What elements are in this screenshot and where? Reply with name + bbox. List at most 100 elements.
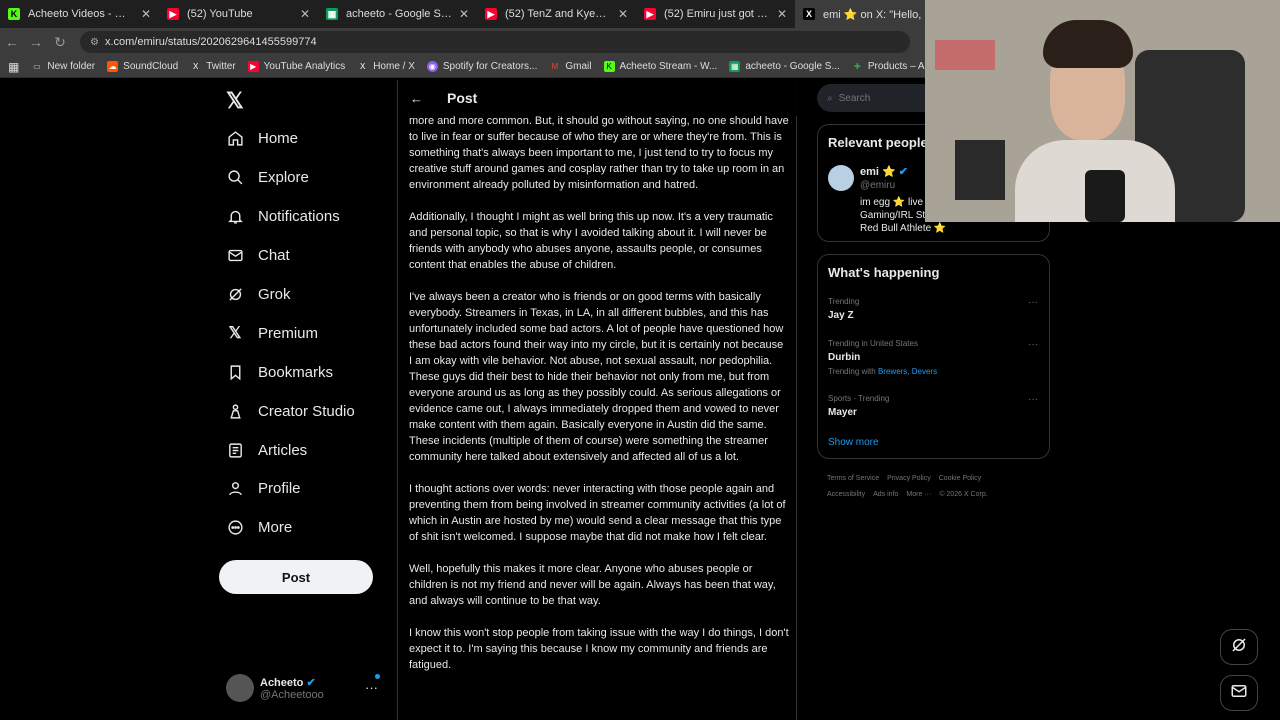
show-more-link[interactable]: Show more	[828, 437, 879, 448]
tab-title: acheeto - Google Sheets	[346, 8, 453, 20]
close-icon[interactable]: ✕	[618, 7, 628, 21]
nav-home[interactable]: Home	[226, 125, 298, 151]
more-dots-icon[interactable]: ···	[1028, 339, 1038, 350]
nav-bookmarks[interactable]: Bookmarks	[226, 359, 333, 385]
nav-label: Articles	[258, 441, 308, 459]
bookmark-item[interactable]: ▦ acheeto - Google S...	[729, 61, 840, 72]
nav-label: Profile	[258, 479, 301, 497]
bookmark-item[interactable]: ▭ New folder	[31, 61, 95, 72]
forward-arrow-icon[interactable]: →	[24, 34, 48, 50]
close-icon[interactable]: ✕	[777, 7, 787, 21]
trend-with-link[interactable]: Brewers, Devers	[878, 367, 937, 376]
x-icon: 𝕏	[228, 325, 242, 342]
bell-icon	[226, 207, 244, 225]
trend-item[interactable]: Trending in United States Durbin Trendin…	[828, 339, 1038, 376]
post-paragraph: Additionally, I thought I might as well …	[409, 211, 773, 271]
account-name: Acheeto ✔	[260, 676, 324, 689]
more-dots-icon[interactable]: ···	[1028, 297, 1038, 308]
site-info-icon[interactable]: ⚙	[90, 37, 99, 48]
card-title: Relevant people	[828, 135, 928, 150]
nav-articles[interactable]: Articles	[226, 437, 307, 463]
x-logo-icon[interactable]: 𝕏	[226, 88, 244, 114]
close-icon[interactable]: ✕	[300, 7, 310, 21]
account-info: Acheeto ✔ @Acheetooo	[260, 676, 324, 701]
trend-item[interactable]: Trending Jay Z ···	[828, 297, 1038, 321]
footer-link[interactable]: More ···	[906, 491, 931, 498]
footer-link[interactable]: Terms of Service	[827, 475, 879, 482]
nav-label: Chat	[258, 246, 290, 264]
nav-notifications[interactable]: Notifications	[226, 203, 340, 229]
browser-tab[interactable]: K Acheeto Videos - Watch On-De ✕	[0, 0, 159, 28]
trend-topic: Jay Z	[828, 310, 854, 321]
bookmark-item[interactable]: X Home / X	[357, 61, 415, 72]
tab-title: (52) YouTube	[187, 8, 253, 20]
notification-dot	[375, 674, 380, 679]
gmail-icon: M	[551, 62, 559, 71]
x-icon: X	[193, 62, 199, 71]
back-arrow-icon[interactable]: ←	[410, 91, 423, 106]
more-dots-icon[interactable]: ···	[365, 680, 378, 695]
nav-grok[interactable]: Grok	[226, 281, 291, 307]
post-button[interactable]: Post	[219, 560, 373, 594]
url-input[interactable]: ⚙ x.com/emiru/status/2020629641455599774	[80, 31, 910, 53]
footer-link[interactable]: Cookie Policy	[939, 475, 981, 482]
mail-icon	[1230, 682, 1248, 705]
close-icon[interactable]: ✕	[459, 7, 469, 21]
browser-tab[interactable]: ▶ (52) TenZ and Kyedae's Breakup ✕	[477, 0, 636, 28]
bookmark-item[interactable]: X Twitter	[190, 61, 236, 72]
kick-icon: K	[603, 61, 615, 72]
trend-item[interactable]: Sports · Trending Mayer ···	[828, 394, 1038, 418]
nav-more[interactable]: More	[226, 514, 292, 540]
browser-tab[interactable]: ▶ (52) Emiru just got cancelled... ✕	[636, 0, 795, 28]
grok-icon	[1230, 636, 1248, 659]
reload-icon[interactable]: ↻	[48, 34, 72, 51]
nav-profile[interactable]: Profile	[226, 475, 301, 501]
messages-button[interactable]	[1220, 675, 1258, 711]
person-name[interactable]: emi ⭐ ✔	[860, 165, 908, 178]
x-icon: X	[803, 8, 815, 20]
bookmark-label: Twitter	[206, 61, 236, 72]
bookmark-item[interactable]: ◉ Spotify for Creators...	[426, 61, 538, 72]
account-switcher[interactable]: Acheeto ✔ @Acheetooo ···	[226, 674, 386, 702]
footer-link[interactable]: Ads info	[873, 491, 898, 498]
webcam-microphone	[1085, 170, 1125, 222]
folder-icon: ▭	[33, 62, 41, 71]
bookmark-label: acheeto - Google S...	[745, 61, 840, 72]
bookmark-item[interactable]: ☁ SoundCloud	[107, 61, 178, 72]
webcam-overlay	[925, 0, 1280, 222]
tab-title: (52) TenZ and Kyedae's Breakup	[505, 8, 612, 20]
footer-copyright: © 2026 X Corp.	[939, 491, 988, 498]
browser-tab[interactable]: ▶ (52) YouTube ✕	[159, 0, 318, 28]
creator-icon	[226, 402, 244, 420]
nav-chat[interactable]: Chat	[226, 242, 290, 268]
apps-grid-icon[interactable]: ▦	[8, 60, 19, 74]
bookmark-label: Gmail	[565, 61, 592, 72]
browser-tab[interactable]: ▦ acheeto - Google Sheets ✕	[318, 0, 477, 28]
avatar[interactable]	[828, 165, 854, 191]
home-icon	[226, 129, 244, 147]
bookmark-label: Spotify for Creators...	[442, 61, 538, 72]
trend-meta: Sports · Trending	[828, 394, 890, 403]
post-paragraph: I thought actions over words: never inte…	[409, 483, 786, 543]
nav-creator-studio[interactable]: Creator Studio	[226, 398, 355, 424]
bookmark-item[interactable]: K Acheeto Stream - W...	[603, 61, 717, 72]
nav-label: Explore	[258, 168, 309, 186]
trend-with-label: Trending with	[828, 367, 876, 376]
bookmark-item[interactable]: M Gmail	[549, 61, 592, 72]
person-icon	[226, 479, 244, 497]
post-body: more and more common. But, it should go …	[409, 113, 789, 689]
close-icon[interactable]: ✕	[141, 7, 151, 21]
nav-explore[interactable]: Explore	[226, 164, 309, 190]
sheets-icon: ▦	[326, 8, 338, 20]
back-arrow-icon[interactable]: ←	[0, 34, 24, 50]
footer-link[interactable]: Accessibility	[827, 491, 865, 498]
nav-premium[interactable]: 𝕏 Premium	[226, 320, 318, 346]
post-paragraph: Well, hopefully this makes it more clear…	[409, 563, 776, 607]
more-dots-icon[interactable]: ···	[1028, 394, 1038, 405]
grok-button[interactable]	[1220, 629, 1258, 665]
youtube-icon: ▶	[644, 8, 656, 20]
footer-link[interactable]: Privacy Policy	[887, 475, 931, 482]
post-paragraph: I've always been a creator who is friend…	[409, 291, 784, 463]
bookmark-item[interactable]: ▶ YouTube Analytics	[247, 61, 345, 72]
account-name-text: Acheeto	[260, 676, 304, 689]
